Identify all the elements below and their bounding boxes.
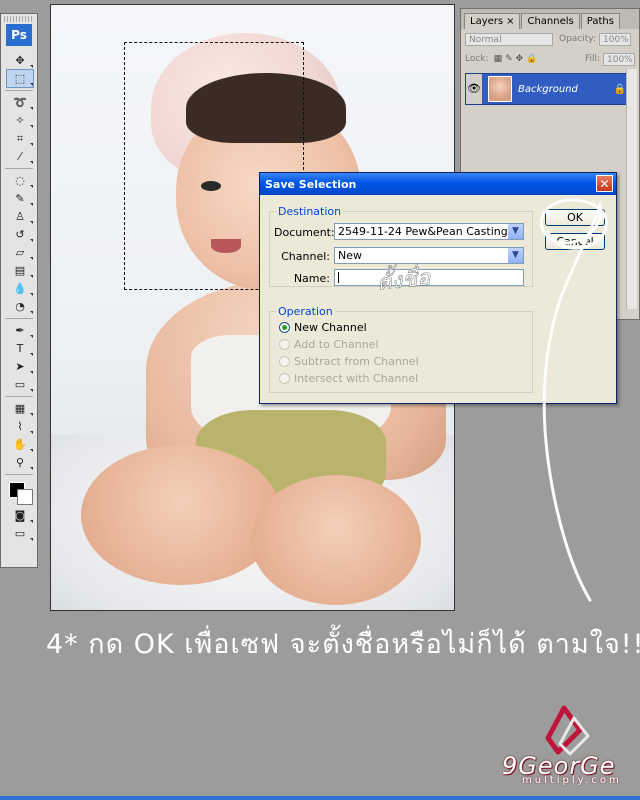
rectangular-marquee-tool-icon[interactable]: ⬚ [6,69,34,88]
document-value: 2549-11-24 Pew&Pean Casting23... [338,225,524,238]
radio-dot-icon [279,373,290,384]
notes-tool-icon[interactable]: ▦ [7,400,33,417]
watermark-sub: multiply.com [522,775,622,786]
tab-paths[interactable]: Paths [580,13,620,29]
fill-field[interactable]: 100% [603,52,635,66]
layer-name: Background [518,83,578,95]
photo-baby-leg-right [251,475,421,605]
add-to-channel-radio[interactable]: Add to Channel [279,338,379,351]
lasso-tool-icon[interactable]: ➰ [7,94,33,111]
magic-wand-tool-icon[interactable]: ✧ [7,112,33,129]
tool-separator [5,396,33,397]
fill-label: Fill: [584,54,600,64]
crop-tool-icon[interactable]: ⌗ [7,130,33,147]
history-brush-tool-icon[interactable]: ↺ [7,226,33,243]
channel-name-input[interactable] [334,269,524,286]
radio-dot-icon [279,356,290,367]
chevron-down-icon[interactable]: ▼ [508,248,523,263]
radio-dot-icon [279,339,290,350]
tool-separator [5,90,33,91]
pen-tool-icon[interactable]: ✒ [7,322,33,339]
tool-list: ✥ ⬚ ➰ ✧ ⌗ ⁄ ◌ ✎ ♙ ↺ ▱ ▤ 💧 ◔ ✒ T ➤ ▭ ▦ ⌇ ✋ ⚲ [1,52,37,471]
healing-brush-tool-icon[interactable]: ◌ [7,172,33,189]
tab-channels[interactable]: Channels [521,13,580,29]
lock-label: Lock: [465,54,489,64]
zoom-tool-icon[interactable]: ⚲ [7,454,33,471]
close-icon[interactable]: ✕ [596,175,613,192]
subtract-from-channel-label: Subtract from Channel [294,355,419,368]
close-tab-icon[interactable]: × [506,16,514,27]
blend-row: Normal Opacity: 100% [461,29,639,49]
move-tool-icon[interactable]: ✥ [7,52,33,69]
color-swatches[interactable] [5,478,33,505]
new-channel-label: New Channel [294,321,367,334]
tutorial-caption: 4* กด OK เพื่อเซฟ จะตั้งชื่อหรือไม่ก็ได้… [46,629,640,660]
dialog-titlebar[interactable]: Save Selection [260,173,616,195]
taskbar-strip [0,796,640,800]
opacity-label: Opacity: [559,34,596,44]
tool-separator [5,168,33,169]
gradient-tool-icon[interactable]: ▤ [7,262,33,279]
screen-mode-icon[interactable]: ▭ [7,525,33,542]
clone-stamp-tool-icon[interactable]: ♙ [7,208,33,225]
subtract-from-channel-radio[interactable]: Subtract from Channel [279,355,419,368]
rectangle-shape-tool-icon[interactable]: ▭ [7,376,33,393]
eraser-tool-icon[interactable]: ▱ [7,244,33,261]
eyedropper-sample-tool-icon[interactable]: ⌇ [7,418,33,435]
background-color-swatch[interactable] [17,489,33,505]
path-selection-tool-icon[interactable]: ➤ [7,358,33,375]
radio-dot-icon [279,322,290,333]
brand-mark-icon [545,705,590,756]
new-channel-radio[interactable]: New Channel [279,321,367,334]
chevron-down-icon[interactable]: ▼ [508,224,523,239]
quick-mask-mode-icon[interactable]: ◙ [7,507,33,524]
tool-separator [5,318,33,319]
tab-layers-label: Layers [470,16,504,27]
blend-mode-select[interactable]: Normal [465,32,553,46]
tab-layers[interactable]: Layers × [464,13,521,29]
intersect-with-channel-label: Intersect with Channel [294,372,419,385]
name-label: Name: [293,272,330,285]
panel-tabs: Layers × Channels Paths [461,9,639,29]
operation-legend: Operation [278,305,333,318]
palette-grip[interactable] [4,16,34,22]
lock-row: Lock: ▦ ✎ ✥ 🔒 Fill: 100% [461,49,639,69]
channel-label: Channel: [281,250,330,263]
channel-select[interactable]: New ▼ [334,247,524,264]
lock-all-icon[interactable]: 🔒 [526,54,537,64]
dialog-title: Save Selection [265,177,357,191]
brush-tool-icon[interactable]: ✎ [7,190,33,207]
layer-thumbnail [488,76,512,102]
intersect-with-channel-radio[interactable]: Intersect with Channel [279,372,418,385]
lock-position-icon[interactable]: ✥ [516,54,524,64]
ok-button[interactable]: OK [545,209,605,226]
save-selection-dialog: Save Selection ✕ Destination Document: 2… [259,172,617,404]
add-to-channel-label: Add to Channel [294,338,379,351]
lock-transparent-icon[interactable]: ▦ [494,54,503,64]
hand-tool-icon[interactable]: ✋ [7,436,33,453]
destination-legend: Destination [278,205,342,218]
watermark-logo: 9GeorGe multiply.com [500,700,630,790]
opacity-field[interactable]: 100% [599,32,631,46]
visibility-eye-icon[interactable]: 👁 [466,74,482,104]
layers-scrollbar[interactable] [626,69,637,309]
photoshop-logo[interactable]: Ps [6,24,32,46]
cancel-button[interactable]: Cancel [545,233,605,250]
document-select[interactable]: 2549-11-24 Pew&Pean Casting23... ▼ [334,223,524,240]
dodge-tool-icon[interactable]: ◔ [7,298,33,315]
layer-row-background[interactable]: 👁 Background 🔒 [465,73,635,105]
blur-tool-icon[interactable]: 💧 [7,280,33,297]
text-caret [338,272,339,283]
lock-image-icon[interactable]: ✎ [505,54,513,64]
type-tool-icon[interactable]: T [7,340,33,357]
photo-baby-leg-left [81,445,281,585]
document-label: Document: [274,226,335,239]
eyedropper-tool-icon[interactable]: ⁄ [7,148,33,165]
channel-value: New [338,249,362,262]
layer-lock-icon: 🔒 [613,83,626,95]
tool-separator [5,474,33,475]
tools-palette: Ps ✥ ⬚ ➰ ✧ ⌗ ⁄ ◌ ✎ ♙ ↺ ▱ ▤ 💧 ◔ ✒ T ➤ ▭ ▦ ⌇ ✋ ⚲ ◙ ▭ [0,13,38,568]
